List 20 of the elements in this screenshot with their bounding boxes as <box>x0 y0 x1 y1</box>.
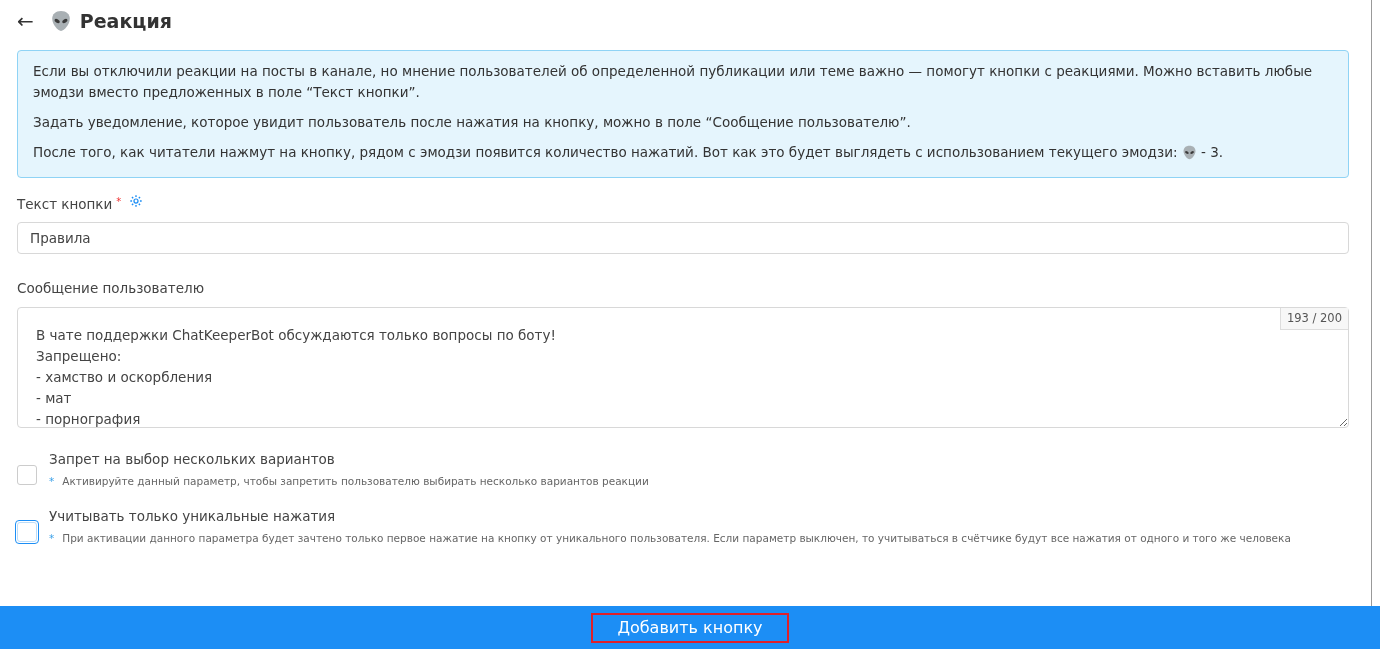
info-text: Задать уведомление, которое увидит пользователь после нажатия на кнопку, можно в поле “Сообщение пользователю”. <box>33 113 912 132</box>
info-text: - 3. <box>1201 144 1224 160</box>
page-title: Реакция <box>79 8 172 34</box>
settings-icon[interactable] <box>129 194 144 208</box>
required-mark: * <box>116 195 122 209</box>
checkbox-label: Учитывать только уникальные нажатия <box>49 507 337 526</box>
info-text: Если вы отключили реакции на посты в канале, но мнение пользователей об определенной публикации или теме важно — помогут кнопки с реакциями. Можно вставить любые эмодзи вместо предложенных в поле “Текст кнопки”. <box>33 62 1314 102</box>
hint-mark: * <box>49 531 55 547</box>
hint-text: Активируйте данный параметр, чтобы запретить пользователю выбирать несколько вариантов реакции <box>62 474 649 489</box>
text-input[interactable]: Правила <box>17 222 1349 255</box>
checkbox-label: Запрет на выбор нескольких вариантов <box>49 449 336 469</box>
checkbox[interactable] <box>17 464 37 485</box>
hint-text: При активации данного параметра будет зачтено только первое нажатие на кнопку от уникального пользователя. Если параметр выключен, то учитываться в счётчике будут все нажатия от одного и того же человека <box>62 531 1291 547</box>
alien-icon <box>1181 145 1197 160</box>
alien-icon <box>49 10 72 32</box>
hint-mark: * <box>49 474 55 489</box>
field-label: Сообщение пользователю <box>17 279 205 299</box>
back-arrow[interactable]: ← <box>17 6 34 36</box>
field-label: Текст кнопки <box>17 195 113 214</box>
info-text: После того, как читатели нажмут на кнопку, рядом с эмодзи появится количество нажатий. Вот как это будет выглядеть с использованием текущего эмодзи: <box>33 144 1178 160</box>
